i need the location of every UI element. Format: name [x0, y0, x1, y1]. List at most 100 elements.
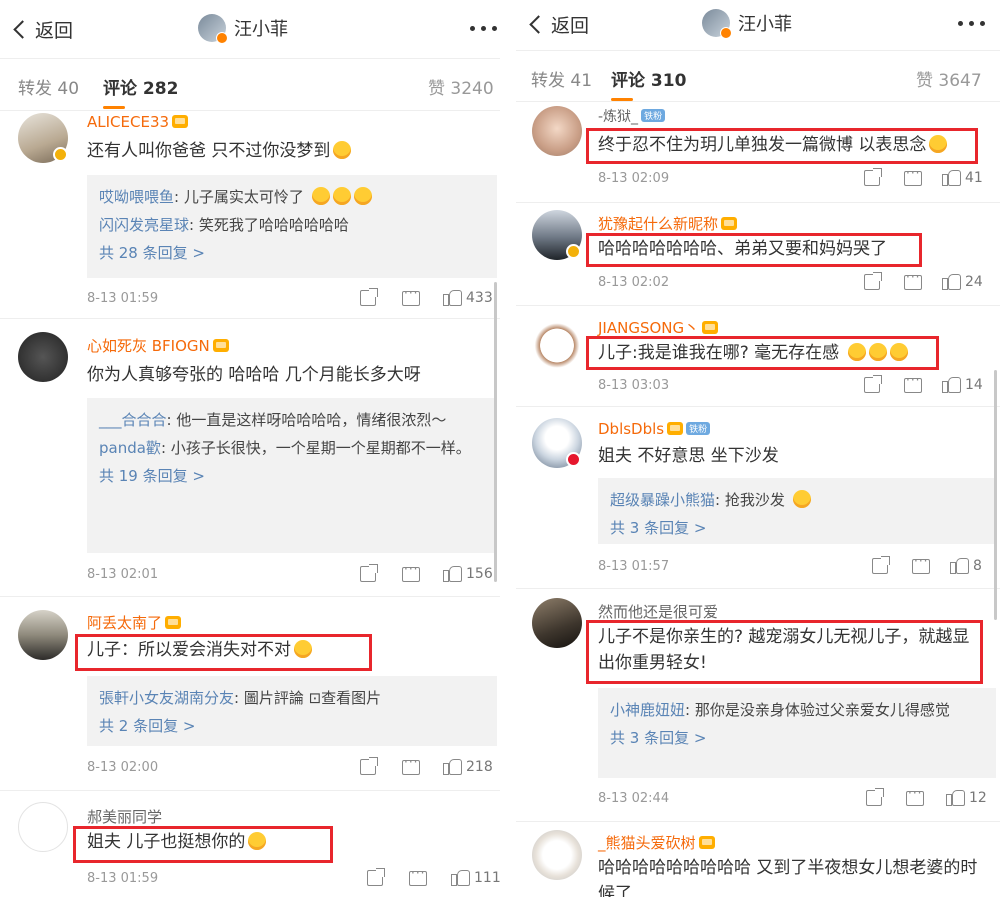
like-button[interactable]: 12: [946, 789, 987, 806]
share-button[interactable]: [864, 272, 882, 290]
like-button[interactable]: 24: [942, 273, 983, 290]
like-button[interactable]: 433: [443, 289, 493, 306]
reply-button[interactable]: [402, 286, 420, 306]
share-button[interactable]: [360, 564, 378, 582]
vip-crown-icon: [667, 422, 684, 435]
verified-icon: [566, 244, 581, 259]
like-button[interactable]: 111: [451, 869, 500, 886]
thumbs-up-icon: [942, 273, 961, 290]
vip-crown-icon: [165, 616, 182, 629]
divider: [516, 101, 1000, 102]
tab-comments[interactable]: 评论 310: [611, 66, 686, 101]
divider: [516, 202, 1000, 203]
more-options-icon[interactable]: [470, 26, 497, 31]
avatar[interactable]: [532, 598, 582, 648]
comment-time: 8-13 01:57: [598, 559, 670, 574]
share-button[interactable]: [864, 375, 882, 393]
comment-icon: [906, 786, 924, 806]
like-button[interactable]: 14: [942, 376, 983, 393]
vip-crown-icon: [698, 836, 715, 849]
right-screenshot: 返回 汪小菲 转发 41 评论 310 赞 3647 -炼狱_ 铁粉 终于忍不住为…: [516, 0, 1000, 897]
reply-button[interactable]: [906, 786, 924, 806]
back-button[interactable]: 返回: [528, 11, 589, 38]
comment-username[interactable]: DblsDbls 铁粉: [598, 420, 711, 438]
comment-text: 你为人真够夸张的 哈哈哈 几个月能长多大呀: [87, 365, 421, 385]
back-button[interactable]: 返回: [12, 16, 73, 43]
highlight-box: [73, 826, 333, 863]
highlight-box: [586, 128, 978, 164]
reply-button[interactable]: [402, 562, 420, 582]
comment-username[interactable]: JIANGSONG丶: [598, 317, 719, 338]
comment-username[interactable]: 心如死灰 BFIOGN: [87, 335, 229, 356]
avatar[interactable]: [532, 106, 582, 156]
more-replies-link[interactable]: 共 2 条回复 >: [99, 712, 485, 740]
reply-item: panda歡: 小孩子长很快，一个星期一个星期都不一样。: [99, 439, 471, 457]
tab-likes[interactable]: 赞 3647: [916, 66, 982, 91]
comment-username[interactable]: _熊猫头爱砍树: [598, 832, 715, 853]
tab-likes[interactable]: 赞 3240: [428, 74, 494, 99]
reply-box[interactable]: 張軒小女友湖南分友: 圖片評論 ⊡查看图片 共 2 条回复 >: [87, 676, 497, 746]
share-button[interactable]: [360, 757, 378, 775]
share-button[interactable]: [872, 556, 890, 574]
share-button[interactable]: [360, 288, 378, 306]
like-button[interactable]: 156: [443, 565, 493, 582]
page-title-text: 汪小菲: [738, 14, 792, 35]
reply-button[interactable]: [912, 554, 930, 574]
share-button[interactable]: [866, 788, 884, 806]
reply-button[interactable]: [904, 270, 922, 290]
page-title-text: 汪小菲: [234, 19, 288, 40]
comment-time: 8-13 02:02: [598, 275, 670, 290]
reply-button[interactable]: [402, 755, 420, 775]
like-button[interactable]: 218: [443, 758, 493, 775]
reply-box[interactable]: ___合合合: 他一直是这样呀哈哈哈哈，情绪很浓烈～ panda歡: 小孩子长很…: [87, 398, 497, 553]
like-button[interactable]: 8: [950, 557, 982, 574]
avatar[interactable]: [532, 318, 582, 368]
back-label: 返回: [35, 20, 74, 42]
like-count: 41: [965, 169, 983, 186]
comment-username[interactable]: ALICECE33: [87, 113, 189, 131]
share-button[interactable]: [864, 168, 882, 186]
reply-button[interactable]: [409, 866, 427, 886]
reply-button[interactable]: [904, 373, 922, 393]
comment-icon: [402, 755, 420, 775]
comment-username[interactable]: 郝美丽同学: [87, 806, 162, 827]
more-options-icon[interactable]: [958, 21, 985, 26]
comment-text: 哈哈哈哈哈哈哈哈哈 又到了半夜想女儿想老婆的时候了: [598, 858, 978, 897]
highlight-box: [586, 620, 983, 684]
reply-box[interactable]: 哎呦喂喂鱼: 儿子属实太可怜了 闪闪发亮星球: 笑死我了哈哈哈哈哈哈 共 28 …: [87, 175, 497, 278]
more-replies-link[interactable]: 共 28 条回复 >: [99, 239, 485, 267]
more-replies-link[interactable]: 共 19 条回复 >: [99, 462, 485, 490]
comment-username[interactable]: -炼狱_ 铁粉: [598, 106, 666, 126]
comment-time: 8-13 02:01: [87, 567, 159, 582]
reply-box[interactable]: 超级暴躁小熊猫: 抢我沙发 共 3 条回复 >: [598, 478, 996, 544]
chevron-left-icon: [13, 20, 32, 39]
avatar[interactable]: [18, 802, 68, 852]
comment-username[interactable]: 然而他还是很可爱: [598, 601, 718, 622]
reply-box[interactable]: 小神鹿妞妞: 那你是没亲身体验过父亲爱女儿得感觉 共 3 条回复 >: [598, 688, 996, 778]
more-replies-link[interactable]: 共 3 条回复 >: [610, 724, 984, 752]
avatar[interactable]: [532, 830, 582, 880]
more-replies-link[interactable]: 共 3 条回复 >: [610, 514, 984, 542]
divider: [0, 318, 500, 319]
tab-repost[interactable]: 转发 41: [531, 66, 592, 91]
share-icon: [864, 375, 882, 393]
thumbs-up-icon: [950, 557, 969, 574]
like-button[interactable]: 41: [942, 169, 983, 186]
avatar[interactable]: [18, 610, 68, 660]
scrollbar[interactable]: [494, 282, 497, 582]
avatar[interactable]: [18, 332, 68, 382]
reply-item: 哎呦喂喂鱼: 儿子属实太可怜了: [99, 183, 485, 211]
comment-username[interactable]: 阿丢太南了: [87, 612, 182, 633]
comment-time: 8-13 02:00: [87, 760, 159, 775]
laugh-cry-emoji-icon: [332, 187, 351, 205]
comment-icon: [904, 270, 922, 290]
tab-comments[interactable]: 评论 282: [103, 74, 178, 109]
scrollbar[interactable]: [994, 370, 997, 620]
divider: [0, 790, 500, 791]
share-button[interactable]: [367, 868, 385, 886]
comment-username[interactable]: 犹豫起什么新昵称: [598, 213, 738, 234]
tab-repost[interactable]: 转发 40: [18, 74, 79, 99]
reply-button[interactable]: [904, 166, 922, 186]
like-count: 14: [965, 376, 983, 393]
divider: [0, 596, 500, 597]
